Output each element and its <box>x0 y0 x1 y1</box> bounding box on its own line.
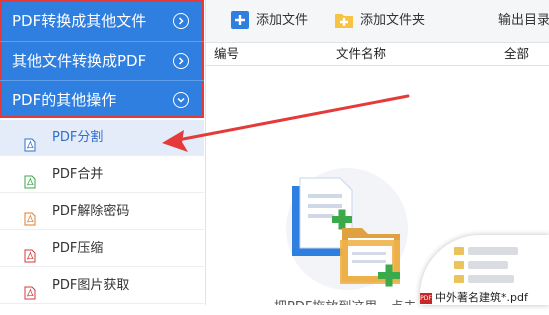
category-label: PDF的其他操作 <box>12 91 117 109</box>
dragged-file-label: PDF 中外著名建筑*.pdf <box>420 290 528 305</box>
sidebar-item-pdf-merge[interactable]: PDF合并 <box>0 157 204 193</box>
add-file-label: 添加文件 <box>256 13 309 28</box>
add-file-button[interactable]: 添加文件 <box>230 10 340 32</box>
output-dir-label: 输出目录 <box>498 13 549 28</box>
sidebar: PDF转换成其他文件 其他文件转换成PDF PDF的其他操作 PDF分割 PDF… <box>0 0 206 305</box>
blurred-row <box>468 275 514 283</box>
sidebar-item-label: PDF合并 <box>52 167 104 182</box>
chevron-right-circle-icon <box>173 53 189 69</box>
sidebar-item-pdf-image-extract[interactable]: PDF图片获取 <box>0 268 204 304</box>
toolbar: 添加文件 添加文件夹 输出目录 <box>206 0 549 43</box>
sidebar-item-pdf-remove-password[interactable]: PDF解除密码 <box>0 194 204 230</box>
chevron-down-circle-icon <box>173 92 189 108</box>
sidebar-item-label: PDF压缩 <box>52 241 104 256</box>
category-other-to-pdf[interactable]: 其他文件转换成PDF <box>0 42 204 80</box>
column-header-number[interactable]: 编号 <box>214 43 239 65</box>
category-label: 其他文件转换成PDF <box>12 52 147 70</box>
folder-icon <box>454 247 464 255</box>
column-header-all[interactable]: 全部 <box>504 43 529 65</box>
file-table-header: 编号 文件名称 全部 <box>206 43 549 66</box>
folder-icon <box>454 261 464 269</box>
blurred-row <box>468 261 508 269</box>
add-folder-label: 添加文件夹 <box>360 13 426 28</box>
chevron-right-circle-icon <box>173 13 189 29</box>
pdf-file-icon <box>24 279 36 315</box>
column-header-filename[interactable]: 文件名称 <box>336 43 386 65</box>
drop-hint-text: 把PDF拖放到这里，点击 <box>274 296 416 305</box>
sidebar-item-pdf-compress[interactable]: PDF压缩 <box>0 231 204 267</box>
sidebar-item-label: PDF图片获取 <box>52 278 130 293</box>
output-dir-button[interactable]: 输出目录 <box>498 10 549 32</box>
folder-icon <box>454 275 464 283</box>
drop-files-illustration-icon <box>292 177 400 287</box>
category-label: PDF转换成其他文件 <box>12 12 147 30</box>
add-folder-button[interactable]: 添加文件夹 <box>334 10 444 32</box>
category-pdf-to-other[interactable]: PDF转换成其他文件 <box>0 2 204 40</box>
add-file-icon <box>230 10 250 30</box>
dragged-file-name: 中外著名建筑*.pdf <box>435 291 528 304</box>
sidebar-item-pdf-split[interactable]: PDF分割 <box>0 120 204 156</box>
category-group: PDF转换成其他文件 其他文件转换成PDF PDF的其他操作 <box>0 0 204 118</box>
pdf-badge-icon: PDF <box>420 292 432 304</box>
add-folder-icon <box>334 10 354 30</box>
sidebar-item-label: PDF分割 <box>52 130 104 145</box>
category-pdf-other-ops[interactable]: PDF的其他操作 <box>0 81 204 119</box>
sidebar-item-label: PDF解除密码 <box>52 204 130 219</box>
blurred-row <box>468 247 518 255</box>
